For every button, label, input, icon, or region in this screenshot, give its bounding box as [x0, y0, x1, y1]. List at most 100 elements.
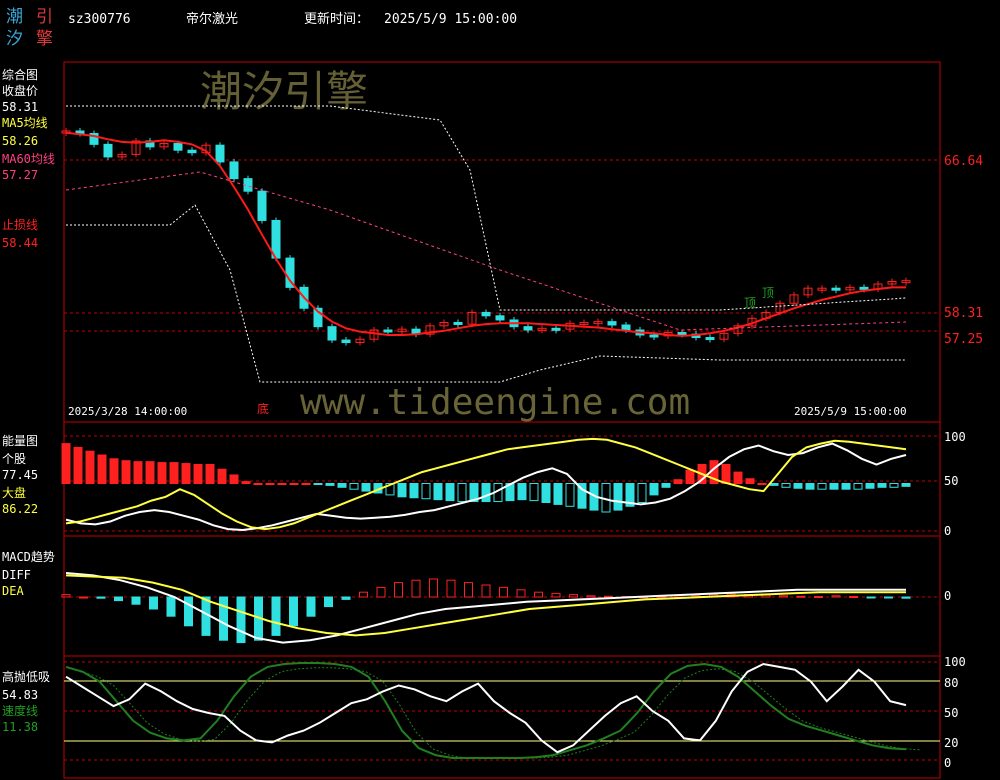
candle	[495, 315, 505, 321]
energy-bar	[889, 483, 899, 488]
macd-bar	[306, 596, 316, 617]
macd-bar	[79, 596, 88, 599]
candle	[607, 321, 617, 326]
macd-bar	[569, 594, 578, 598]
macd-bar	[516, 589, 526, 598]
energy-bar	[409, 483, 419, 499]
macd-bar	[271, 596, 281, 636]
energy-bar	[781, 483, 791, 488]
energy-bar	[121, 460, 131, 485]
energy-bar	[757, 483, 767, 485]
candle	[481, 311, 491, 317]
energy-bar	[529, 483, 539, 502]
candle	[705, 337, 715, 341]
energy-bar	[745, 478, 755, 484]
chart-canvas	[61, 61, 941, 779]
energy-bar	[541, 483, 551, 503]
candle	[383, 329, 393, 333]
macd-bar	[219, 596, 228, 641]
macd-bar	[796, 595, 806, 598]
macd-bar	[499, 586, 508, 598]
macd-bar	[289, 596, 298, 627]
macd-bar	[114, 596, 123, 602]
macd-bar	[814, 596, 823, 599]
candle	[103, 143, 113, 158]
energy-bar	[85, 450, 95, 485]
energy-bar	[649, 483, 659, 496]
macd-bar	[236, 596, 246, 644]
candle	[859, 286, 869, 290]
energy-bar	[61, 443, 71, 485]
panel-frame-0	[63, 61, 941, 423]
energy-bar	[277, 483, 287, 485]
macd-bar	[429, 578, 438, 598]
macd-bar	[394, 582, 403, 598]
candle	[649, 334, 659, 338]
energy-bar	[265, 483, 275, 485]
energy-bar	[793, 483, 803, 489]
energy-bar	[565, 483, 575, 507]
candle	[327, 326, 337, 341]
energy-bar	[481, 483, 491, 503]
energy-bar	[349, 483, 359, 490]
energy-bar	[133, 461, 143, 484]
lower-band-line	[66, 204, 906, 383]
energy-bar	[397, 483, 407, 498]
energy-bar	[157, 462, 167, 485]
energy-bar	[685, 469, 695, 485]
energy-bar	[841, 483, 851, 490]
energy-bar	[829, 483, 839, 490]
macd-bar	[184, 596, 193, 627]
macd-bar	[376, 586, 386, 598]
macd-bar	[324, 596, 333, 608]
energy-bar	[289, 483, 299, 485]
energy-bar	[445, 483, 455, 502]
energy-bar	[337, 483, 347, 488]
candle	[187, 149, 197, 154]
upper-band-line	[66, 105, 907, 311]
energy-bar	[433, 483, 443, 501]
candle	[229, 161, 239, 180]
energy-bar	[805, 483, 815, 490]
energy-bar	[253, 483, 263, 485]
energy-bar	[769, 483, 779, 486]
energy-bar	[853, 483, 863, 490]
macd-bar	[341, 596, 351, 600]
macd-bar	[464, 582, 473, 598]
macd-bar	[901, 596, 911, 599]
candle	[677, 332, 687, 336]
energy-bar	[241, 481, 251, 485]
macd-bar	[61, 594, 71, 598]
energy-bar	[217, 468, 227, 484]
energy-bar	[313, 483, 323, 485]
macd-bar	[551, 592, 561, 598]
energy-bar	[613, 483, 623, 511]
energy-bar	[553, 483, 563, 505]
energy-bar	[721, 464, 731, 484]
macd-bar	[131, 596, 141, 605]
energy-bar	[325, 483, 335, 486]
energy-bar	[901, 483, 911, 487]
macd-bar	[411, 579, 421, 598]
energy-bar	[301, 483, 311, 485]
energy-bar	[169, 462, 179, 485]
macd-bar	[96, 596, 106, 599]
macd-bar	[884, 596, 893, 599]
macd-bar	[534, 591, 543, 598]
energy-bar	[193, 464, 203, 484]
energy-bar	[421, 483, 431, 500]
candle	[831, 287, 841, 291]
macd-bar	[149, 596, 158, 610]
energy-bar	[517, 483, 527, 501]
energy-bar	[661, 483, 671, 488]
macd-bar	[586, 595, 596, 598]
macd-bar	[779, 595, 788, 598]
candle	[523, 326, 533, 331]
macd-bar	[481, 584, 491, 598]
candle	[173, 143, 183, 151]
macd-bar	[359, 591, 368, 598]
macd-bar	[166, 596, 176, 617]
energy-bar	[637, 483, 647, 503]
energy-bar	[145, 461, 155, 484]
energy-bar	[361, 483, 371, 492]
